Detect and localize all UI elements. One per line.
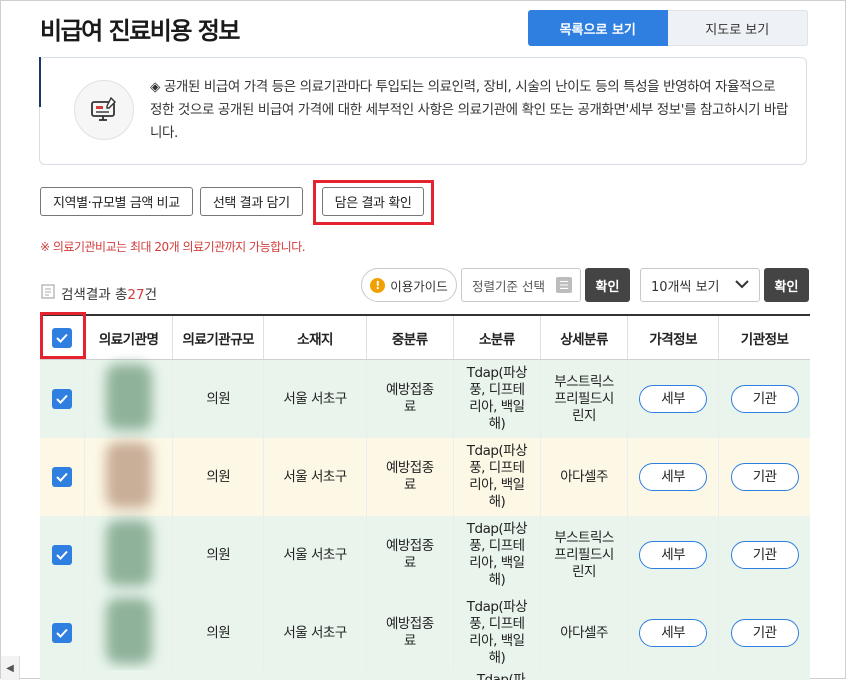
result-suffix: 건: [144, 287, 158, 303]
cell-mid: 예방접종료: [366, 359, 454, 438]
result-prefix: 검색결과 총: [61, 287, 128, 303]
table-row: 의원 서울 서초구 예방접종료 Tdap(파상풍, 디프테리아, 백일해) 아다…: [40, 438, 810, 516]
page-size-value: 10개씩 보기: [651, 279, 720, 295]
results-table: 의료기관명 의료기관규모 소재지 중분류 소분류 상세분류 가격정보 기관정보 …: [40, 314, 810, 672]
cell-mid: 예방접종료: [366, 516, 454, 594]
blurred-name: [105, 597, 152, 664]
notice-box: ◈ 공개된 비급여 가격 등은 의료기관마다 투입되는 의료인력, 장비, 시술…: [39, 57, 807, 165]
header-location: 소재지: [263, 314, 367, 360]
blurred-name: [105, 363, 152, 430]
cell-sub: Tdap(파상풍, 디프테리아, 백일해): [453, 594, 541, 672]
map-view-button[interactable]: 지도로 보기: [667, 10, 808, 46]
result-number: 27: [127, 287, 145, 303]
row-checkbox[interactable]: [52, 389, 73, 409]
notice-accent: [39, 57, 41, 107]
highlight-select-all: [40, 312, 86, 359]
cell-detail: 아다셀주: [540, 438, 629, 516]
info-icon: !: [370, 277, 386, 293]
table-row: 의원 서울 서초구 예방접종료 Tdap(파상풍, 디프테리아, 백일해) 아다…: [40, 594, 810, 672]
cell-location: 서울 서초구: [263, 594, 367, 672]
blurred-name: [105, 441, 152, 508]
notice-text: ◈ 공개된 비급여 가격 등은 의료기관마다 투입되는 의료인력, 장비, 시술…: [150, 79, 789, 141]
price-detail-button[interactable]: 세부: [639, 619, 708, 647]
table-header-row: 의료기관명 의료기관규모 소재지 중분류 소분류 상세분류 가격정보 기관정보: [40, 314, 810, 360]
cell-location: 서울 서초구: [263, 438, 367, 516]
cell-mid: 예방접종료: [366, 438, 454, 516]
cell-detail: 아다셀주: [540, 594, 629, 672]
cell-detail: 부스트릭스프리필드시린지: [540, 516, 629, 594]
price-detail-button[interactable]: 세부: [639, 463, 708, 491]
institution-button[interactable]: 기관: [730, 463, 799, 491]
chevron-down-icon: [735, 278, 749, 293]
header-price: 가격정보: [627, 314, 720, 360]
price-detail-button[interactable]: 세부: [639, 385, 708, 413]
row-checkbox[interactable]: [52, 623, 73, 643]
sort-select[interactable]: 정렬기준 선택 ☰: [461, 268, 581, 302]
page-title: 비급여 진료비용 정보: [40, 17, 240, 45]
sort-placeholder: 정렬기준 선택: [472, 278, 545, 294]
cell-scale: 의원: [172, 438, 265, 516]
header-mid: 중분류: [366, 314, 454, 360]
header-scale: 의료기관규모: [172, 314, 265, 360]
list-icon: [41, 283, 55, 303]
cell-detail: 부스트릭스프리필드시린지: [540, 359, 629, 438]
scroll-left-icon[interactable]: ◀: [1, 656, 20, 680]
blurred-name: [105, 519, 152, 586]
cell-mid: 예방접종료: [366, 594, 454, 672]
monitor-icon: [74, 80, 134, 140]
header-inst: 기관정보: [718, 314, 810, 360]
warning-text: ※ 의료기관비교는 최대 20개 의료기관까지 가능합니다.: [40, 240, 306, 254]
table-row: 의원 서울 서초구 예방접종료 Tdap(파상풍, 디프테리아, 백일해) 부스…: [40, 359, 810, 438]
institution-button[interactable]: 기관: [730, 385, 799, 413]
cell-sub: Tdap(파상풍, 디프테리아, 백일해): [453, 359, 541, 438]
cell-location: 서울 서초구: [263, 516, 367, 594]
cell-sub: Tdap(파상풍, 디프테리아, 백일해): [453, 516, 541, 594]
page-size-select[interactable]: 10개씩 보기: [640, 268, 760, 302]
institution-button[interactable]: 기관: [730, 619, 799, 647]
highlight-check-selection: [313, 180, 434, 225]
header-detail: 상세분류: [540, 314, 629, 360]
guide-label: 이용가이드: [390, 278, 448, 294]
row-checkbox[interactable]: [52, 467, 73, 487]
cell-scale: 의원: [172, 594, 265, 672]
header-name: 의료기관명: [84, 314, 174, 360]
institution-button[interactable]: 기관: [730, 541, 799, 569]
cell-scale: 의원: [172, 359, 265, 438]
add-selection-button[interactable]: 선택 결과 담기: [199, 187, 303, 216]
result-count: 검색결과 총27건: [41, 283, 157, 303]
price-detail-button[interactable]: 세부: [639, 541, 708, 569]
cell-location: 서울 서초구: [263, 359, 367, 438]
cell-scale: 의원: [172, 516, 265, 594]
row-checkbox[interactable]: [52, 545, 73, 565]
cell-sub: Tdap(파상풍, 디프테리아, 백일해): [453, 438, 541, 516]
list-view-button[interactable]: 목록으로 보기: [528, 10, 668, 46]
compare-button[interactable]: 지역별·규모별 금액 비교: [40, 187, 193, 216]
usage-guide-button[interactable]: ! 이용가이드: [361, 268, 457, 302]
list-icon: ☰: [556, 277, 572, 293]
page-size-confirm-button[interactable]: 확인: [764, 268, 809, 302]
sort-confirm-button[interactable]: 확인: [585, 268, 630, 302]
table-row: 의원 서울 서초구 예방접종료 Tdap(파상풍, 디프테리아, 백일해) 부스…: [40, 516, 810, 594]
view-toggle: 목록으로 보기 지도로 보기: [528, 10, 808, 46]
header-sub: 소분류: [453, 314, 541, 360]
